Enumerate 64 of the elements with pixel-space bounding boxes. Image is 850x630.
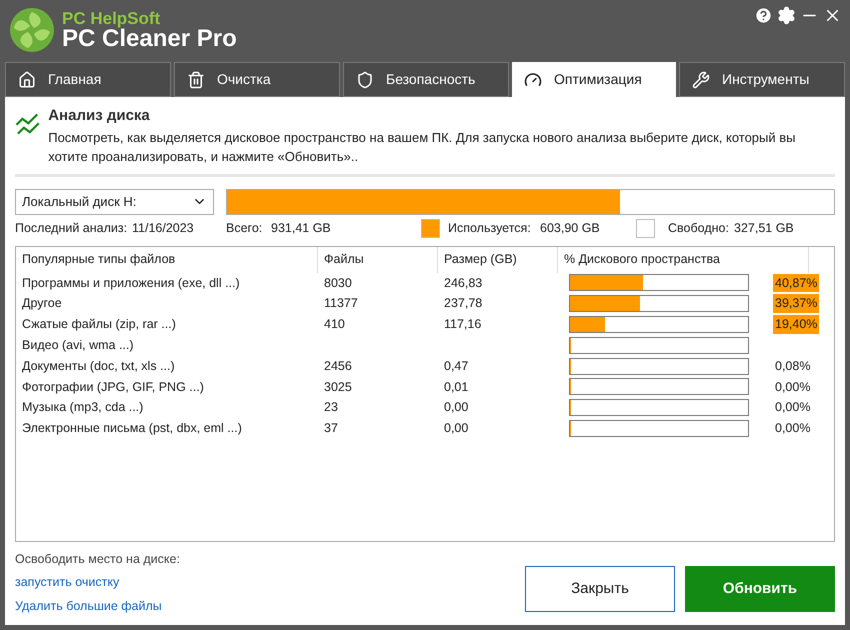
action-link[interactable]: Удалить большие файлы	[15, 597, 180, 616]
size-cell: 0,00	[444, 400, 468, 414]
files-cell: 23	[324, 400, 338, 414]
size-cell: 117,16	[444, 317, 482, 332]
percent-cell-text: 0,00%	[774, 399, 812, 416]
tab[interactable]: Очистка	[174, 62, 340, 97]
help-icon[interactable]	[754, 6, 773, 25]
refresh-button[interactable]: Обновить	[685, 566, 835, 612]
tab[interactable]: Оптимизация	[512, 62, 676, 97]
leaf-logo-icon	[8, 6, 56, 54]
percent-cell: 39,37%	[773, 294, 820, 314]
percent-cell: 40,87%	[773, 274, 820, 292]
house-icon	[18, 70, 36, 88]
close-button[interactable]: Закрыть	[525, 566, 675, 612]
section-description: Посмотреть, как выделяется дисковое пространство на вашем ПК. Для запуска нового анализа выберите диск, который вы хотите проанализировать, и нажмите «Обновить»..	[48, 128, 796, 166]
drive-dropdown[interactable]: Локальный диск H:	[15, 188, 214, 214]
size-cell: 0,00	[444, 421, 468, 436]
size-cell: 246,83	[444, 276, 482, 290]
column-header[interactable]: Популярные типы файлов	[16, 246, 318, 272]
file-type-cell-text: Электронные письма (pst, dbx, eml ...)	[21, 420, 243, 438]
used-legend-icon	[421, 219, 440, 238]
action-link[interactable]: запустить очистку	[15, 573, 180, 592]
free-legend-icon	[636, 219, 655, 238]
total-label: Всего:	[226, 220, 264, 238]
section-title: Анализ диска	[48, 106, 151, 126]
column-header[interactable]: % Дискового пространства	[558, 246, 809, 272]
column-header[interactable]: Файлы	[318, 246, 438, 272]
files-cell: 410	[324, 317, 345, 332]
file-type-cell-text: Другое	[21, 295, 63, 312]
files-cell: 8030	[324, 276, 352, 290]
app-title: PC Cleaner Pro	[62, 26, 237, 50]
files-cell: 3025	[324, 380, 352, 394]
percent-cell-text: 0,00%	[774, 420, 812, 438]
brand-name: PC HelpSoft	[62, 10, 162, 26]
last-analysis-label: Последний анализ:	[15, 220, 128, 238]
percent-cell: 19,40%	[773, 315, 820, 334]
percent-cell-text: 0,00%	[774, 378, 812, 396]
shield-icon	[356, 70, 374, 88]
last-analysis-date: 11/16/2023	[132, 220, 195, 238]
percent-cell-text: 0,08%	[774, 358, 812, 375]
tab[interactable]: Инструменты	[679, 62, 845, 97]
free-space-label: Освободить место на диске:	[15, 550, 180, 568]
files-cell: 11377	[324, 296, 358, 310]
free-label: Свободно:	[668, 220, 730, 238]
total-value: 931,41 GB	[271, 220, 332, 238]
size-cell: 0,47	[444, 358, 468, 373]
file-type-cell-text: Видео (avi, wma ...)	[21, 336, 135, 354]
file-type-cell-text: Фотографии (JPG, GIF, PNG ...)	[21, 378, 205, 396]
files-cell: 2456	[324, 358, 352, 373]
file-type-cell-text: Программы и приложения (exe, dll ...)	[21, 274, 241, 292]
file-type-cell-text: Музыка (mp3, cda ...)	[21, 399, 144, 416]
column-header[interactable]: Размер (GB)	[438, 246, 558, 272]
tools-icon	[692, 70, 710, 88]
used-label: Используется:	[448, 220, 532, 238]
file-type-cell-text: Документы (doc, txt, xls ...)	[21, 358, 176, 375]
size-cell: 0,01	[444, 380, 468, 394]
file-type-cell-text: Сжатые файлы (zip, rar ...)	[21, 316, 177, 334]
tab[interactable]: Безопасность	[343, 62, 509, 97]
size-cell: 237,78	[444, 296, 482, 310]
tab[interactable]: Главная	[5, 62, 171, 97]
files-cell: 37	[324, 421, 338, 436]
used-value: 603,90 GB	[540, 220, 601, 238]
gauge-icon	[524, 70, 542, 88]
free-value: 327,51 GB	[734, 220, 794, 238]
